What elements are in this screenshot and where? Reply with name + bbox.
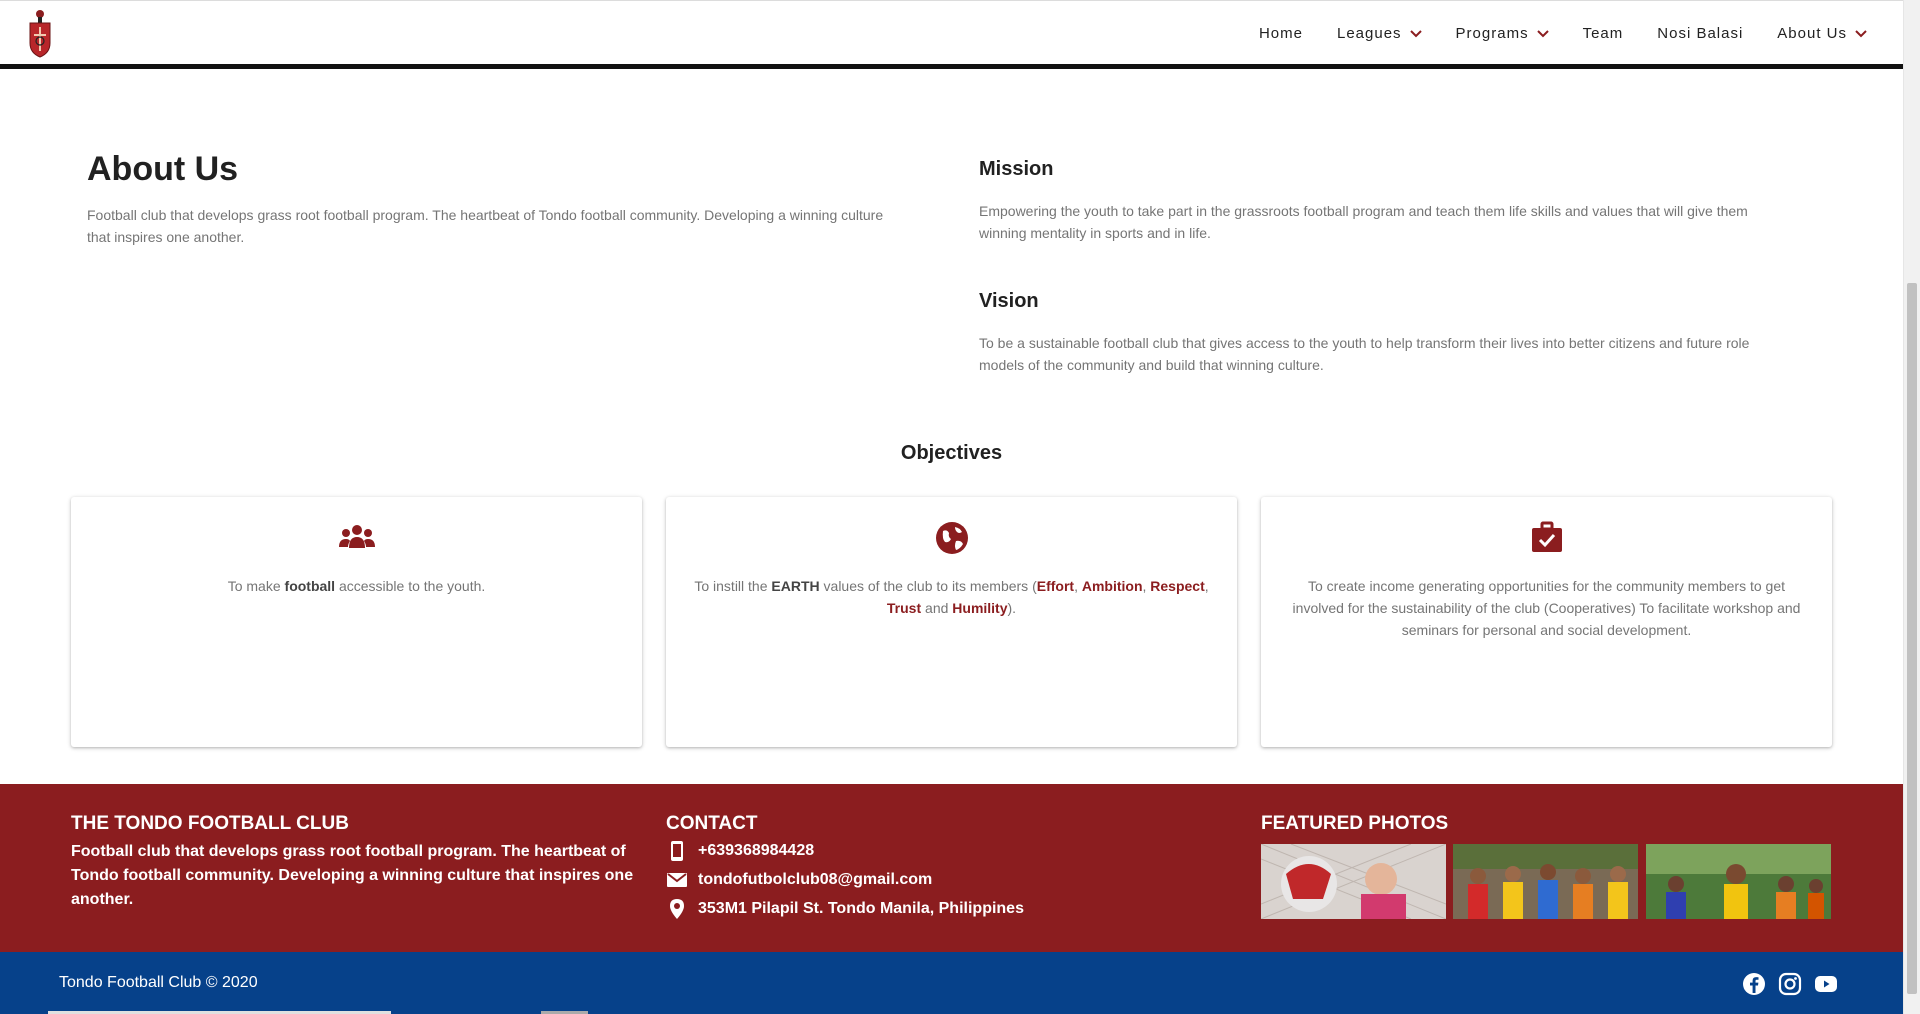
chevron-down-icon xyxy=(1855,29,1867,37)
vision-title: Vision xyxy=(979,290,1039,312)
nav-about-us[interactable]: About Us xyxy=(1777,25,1867,42)
objectives-title: Objectives xyxy=(900,442,1003,464)
phone-icon xyxy=(671,841,683,861)
club-crest-icon xyxy=(29,9,51,58)
vertical-scrollbar[interactable] xyxy=(1903,0,1920,1014)
facebook-icon[interactable] xyxy=(1742,972,1766,996)
briefcase-check-icon xyxy=(1531,521,1562,552)
site-footer: THE TONDO FOOTBALL CLUB Football club th… xyxy=(0,784,1903,952)
value-ambition: Ambition xyxy=(1081,578,1143,594)
value-effort: Effort xyxy=(1036,578,1075,594)
nav-nosi-balasi[interactable]: Nosi Balasi xyxy=(1657,25,1743,42)
globe-icon xyxy=(935,522,968,554)
copyright-text: Tondo Football Club © 2020 xyxy=(59,974,258,991)
contact-email-text: tondofutbolclub08@gmail.com xyxy=(698,871,933,888)
scrollbar-thumb[interactable] xyxy=(1907,283,1917,994)
contact-phone[interactable]: +639368984428 xyxy=(666,840,814,862)
group-icon xyxy=(338,525,375,548)
nav-team[interactable]: Team xyxy=(1583,25,1624,42)
footer-photos-title: FEATURED PHOTOS xyxy=(1261,813,1449,834)
copyright-bar: Tondo Football Club © 2020 xyxy=(0,952,1903,1014)
featured-photo-3[interactable] xyxy=(1646,844,1831,919)
mission-text: Empowering the youth to take part in the… xyxy=(979,203,1748,241)
nav-home[interactable]: Home xyxy=(1259,25,1303,42)
footer-club-text: Football club that develops grass root f… xyxy=(71,843,634,908)
email-icon xyxy=(667,873,687,887)
location-pin-icon xyxy=(670,899,684,919)
youtube-icon[interactable] xyxy=(1814,972,1838,996)
nav-programs-label: Programs xyxy=(1455,25,1529,42)
objective-text-income: To create income generating opportunitie… xyxy=(1292,578,1801,638)
nav-nosi-balasi-label: Nosi Balasi xyxy=(1657,25,1744,42)
chevron-down-icon xyxy=(1536,29,1549,37)
objective-text-football: To make football accessible to the youth… xyxy=(227,578,486,594)
value-trust: Trust xyxy=(886,600,922,616)
objective-text-earth-values: To instill the EARTH values of the club … xyxy=(694,578,1209,616)
about-text: Football club that develops grass root f… xyxy=(87,207,884,245)
nav-about-us-label: About Us xyxy=(1777,25,1847,42)
mission-title: Mission xyxy=(979,158,1054,180)
objective-card-football: To make football accessible to the youth… xyxy=(71,497,642,747)
about-title: About Us xyxy=(87,150,239,188)
nav-leagues[interactable]: Leagues xyxy=(1337,25,1422,42)
footer-club-title: THE TONDO FOOTBALL CLUB xyxy=(71,813,349,834)
top-navbar: Home Leagues Programs Team Nosi Balasi A… xyxy=(0,0,1903,66)
featured-photo-1[interactable] xyxy=(1261,844,1446,919)
instagram-icon[interactable] xyxy=(1778,972,1802,996)
nav-team-label: Team xyxy=(1582,25,1624,42)
objective-card-income: To create income generating opportunitie… xyxy=(1261,497,1832,747)
nav-home-label: Home xyxy=(1258,25,1303,42)
objective-card-earth-values: To instill the EARTH values of the club … xyxy=(666,497,1237,747)
value-humility: Humility xyxy=(952,600,1008,616)
featured-photo-2[interactable] xyxy=(1453,844,1638,919)
footer-contact-title: CONTACT xyxy=(666,813,758,834)
contact-address-text: 353M1 Pilapil St. Tondo Manila, Philippi… xyxy=(698,900,1024,917)
contact-phone-text: +639368984428 xyxy=(698,842,815,859)
nav-divider-strip xyxy=(0,64,1903,69)
nav-programs[interactable]: Programs xyxy=(1456,25,1549,42)
nav-leagues-label: Leagues xyxy=(1336,25,1402,42)
club-logo[interactable] xyxy=(28,8,56,60)
main-nav: Home Leagues Programs Team Nosi Balasi A… xyxy=(1225,25,1867,42)
chevron-down-icon xyxy=(1409,29,1422,37)
value-respect: Respect xyxy=(1150,578,1205,594)
contact-email[interactable]: tondofutbolclub08@gmail.com xyxy=(666,869,932,891)
contact-address[interactable]: 353M1 Pilapil St. Tondo Manila, Philippi… xyxy=(666,898,1024,920)
vision-text: To be a sustainable football club that g… xyxy=(979,335,1750,373)
